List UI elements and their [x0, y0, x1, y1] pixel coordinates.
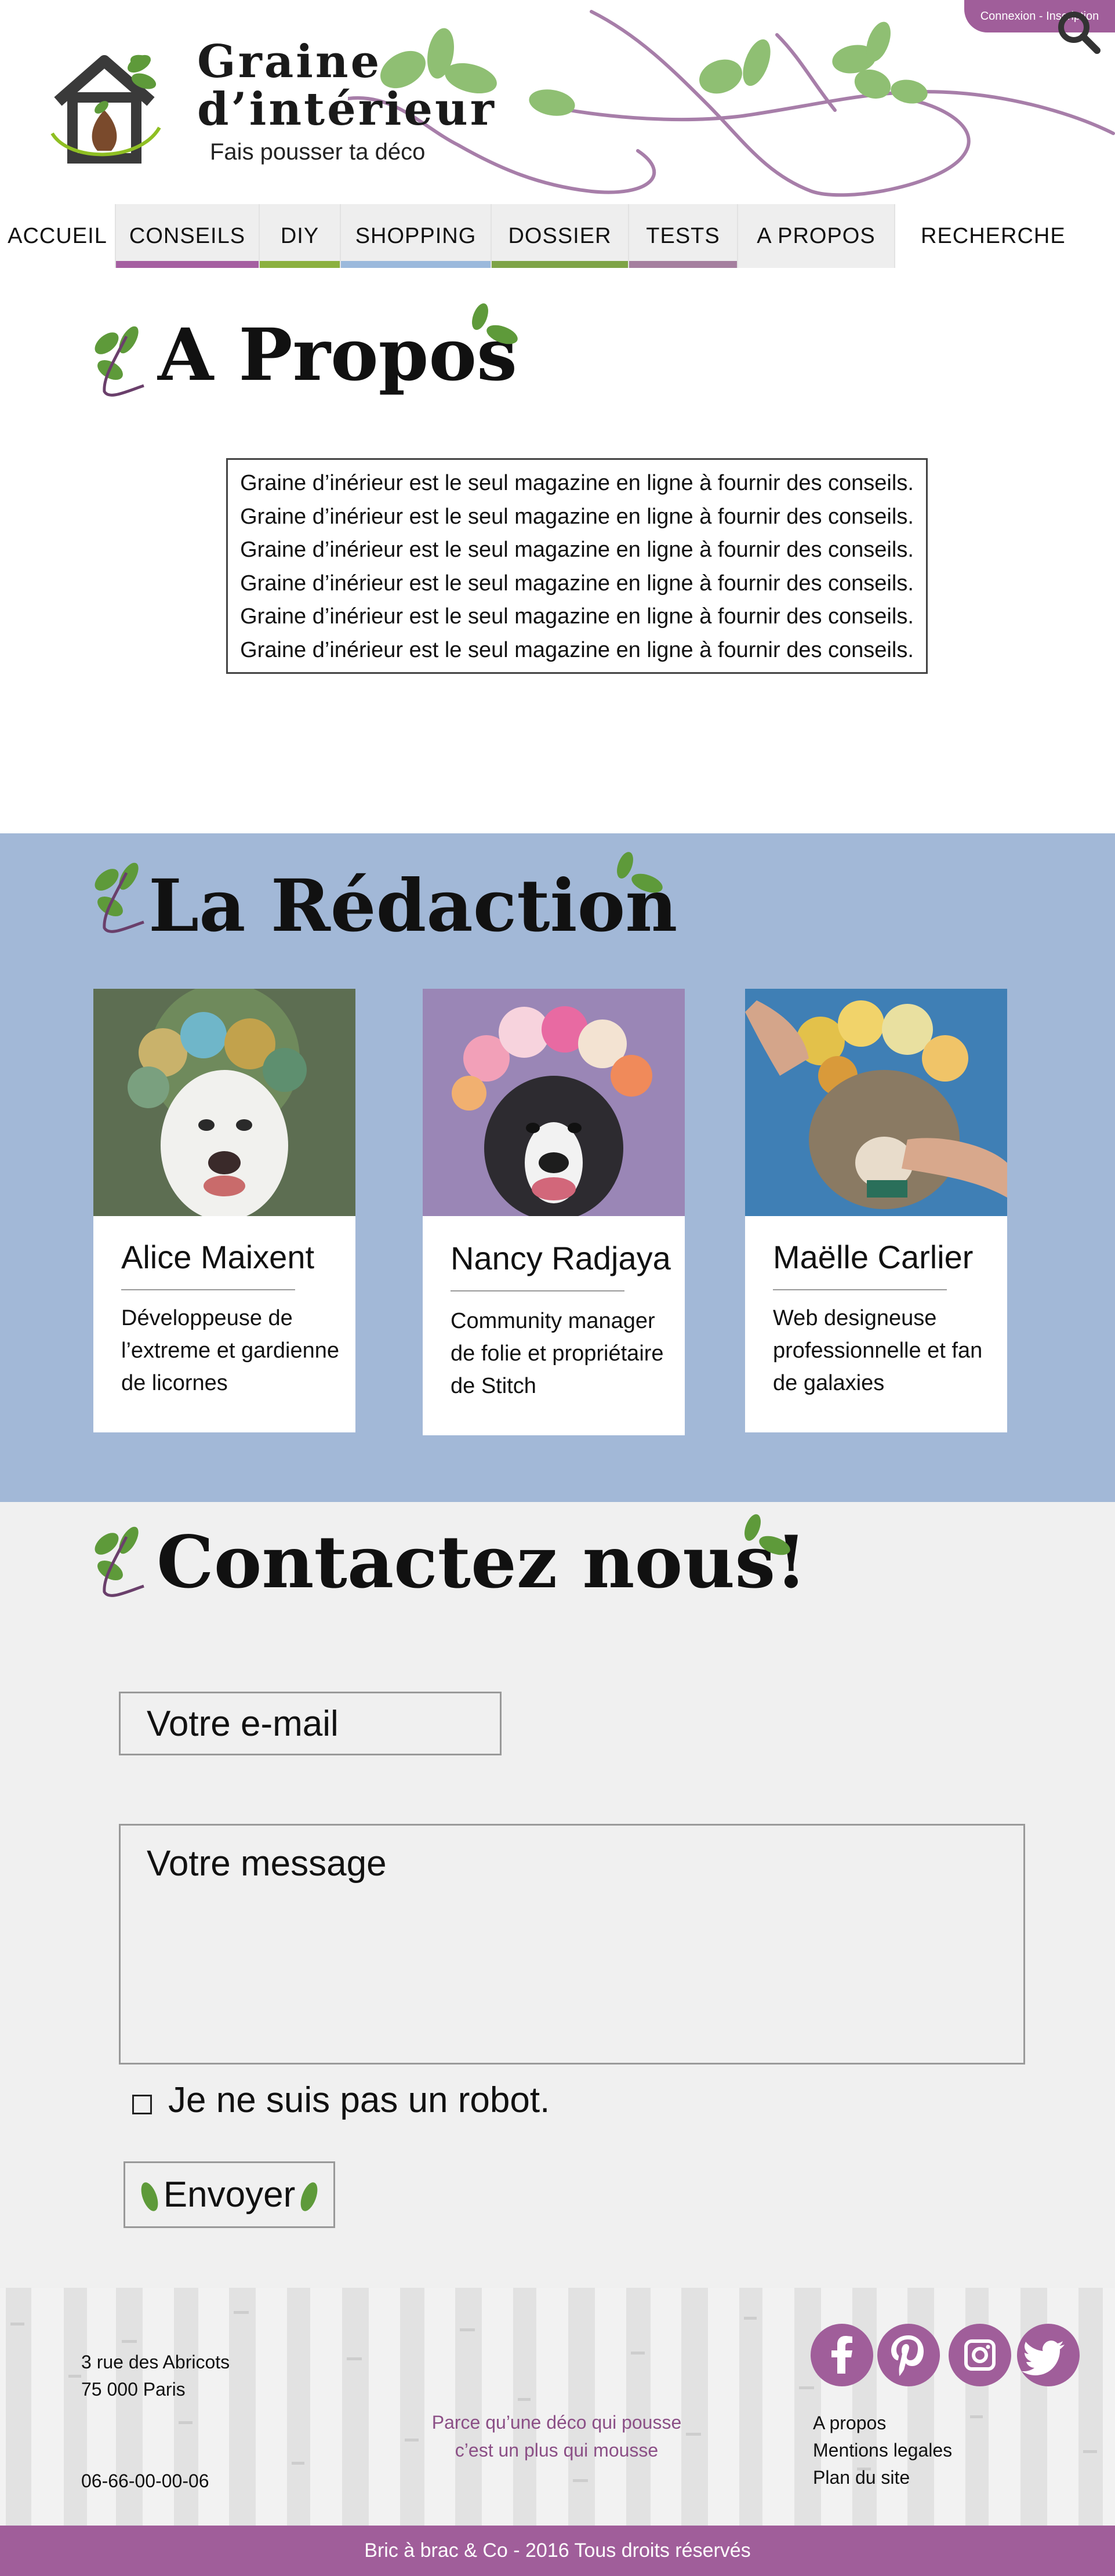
- nav-underline: [116, 261, 259, 268]
- team-member-desc: Community manager de folie et propriétai…: [451, 1309, 664, 1398]
- twitter-glyph: [1022, 2341, 1065, 2375]
- about-title: A Propos: [158, 313, 517, 397]
- card-divider: [773, 1289, 947, 1290]
- team-photo: [93, 989, 355, 1216]
- email-placeholder: Votre e-mail: [147, 1703, 339, 1744]
- copyright-text: Bric à brac & Co - 2016 Tous droits rése…: [364, 2539, 751, 2562]
- nav-item-diy[interactable]: DIY: [260, 204, 341, 268]
- leaf-pair-icon: [472, 303, 518, 344]
- nav-item-tests[interactable]: TESTS: [629, 204, 738, 268]
- about-line: Graine d’inérieur est le seul magazine e…: [240, 471, 914, 495]
- about-text-box: Graine d’inérieur est le seul magazine e…: [226, 458, 928, 674]
- nav-underline: [260, 261, 340, 268]
- nav-search[interactable]: RECHERCHE: [895, 204, 1115, 268]
- nav-label: SHOPPING: [355, 223, 477, 248]
- facebook-icon[interactable]: [811, 2324, 873, 2386]
- about-line: Graine d’inérieur est le seul magazine e…: [240, 604, 914, 629]
- twitter-icon[interactable]: [1017, 2324, 1080, 2386]
- sprout-icon: [95, 862, 144, 933]
- site-tagline: Fais pousser ta déco: [210, 139, 426, 165]
- leaf-icon: [141, 2182, 158, 2211]
- nav-underline: [629, 261, 737, 268]
- team-member-name: Maëlle Carlier: [773, 1239, 974, 1275]
- contact-title: Contactez nous!: [157, 1521, 807, 1605]
- footer-address-line2: 75 000 Paris: [81, 2379, 186, 2400]
- nav-label: DOSSIER: [508, 223, 612, 248]
- team-member-desc: Développeuse de l’extreme et gardienne d…: [121, 1306, 339, 1395]
- about-line: Graine d’inérieur est le seul magazine e…: [240, 504, 914, 529]
- search-icon[interactable]: [1055, 9, 1102, 55]
- main-nav: ACCUEIL CONSEILS DIY SHOPPING DOSSIER TE…: [0, 204, 1115, 268]
- card-divider: [451, 1290, 624, 1291]
- sprout-icon: [95, 1526, 144, 1597]
- team-card: Nancy Radjaya Community manager de folie…: [423, 989, 685, 1435]
- send-button[interactable]: Envoyer: [124, 2161, 335, 2228]
- team-card: Alice Maixent Développeuse de l’extreme …: [93, 989, 355, 1432]
- footer-link-plan-du-site[interactable]: Plan du site: [813, 2464, 910, 2491]
- leaf-pair-icon: [744, 1514, 790, 1555]
- nav-label: A PROPOS: [757, 223, 876, 248]
- footer-slogan: Parce qu’une déco qui pousse c’est un pl…: [406, 2408, 707, 2464]
- footer-address-line1: 3 rue des Abricots: [81, 2352, 230, 2372]
- redaction-title: La Rédaction: [148, 864, 678, 948]
- nav-underline: [341, 261, 491, 268]
- search-label[interactable]: RECHERCHE: [921, 204, 1066, 268]
- team-member-name: Nancy Radjaya: [451, 1240, 671, 1276]
- about-line: Graine d’inérieur est le seul magazine e…: [240, 538, 914, 562]
- nav-label: TESTS: [646, 223, 720, 248]
- site-header: Connexion - Inscription Graine d’intérie…: [0, 0, 1115, 203]
- instagram-icon[interactable]: [949, 2324, 1011, 2386]
- nav-item-dossier[interactable]: DOSSIER: [492, 204, 629, 268]
- pinterest-icon[interactable]: [877, 2324, 940, 2386]
- facebook-glyph: [831, 2336, 852, 2374]
- leaf-pair-icon: [617, 852, 663, 893]
- house-plant-logo-icon[interactable]: [46, 46, 162, 168]
- footer-phone[interactable]: 06-66-00-00-06: [81, 2468, 209, 2495]
- card-divider: [121, 1289, 295, 1290]
- nav-label: CONSEILS: [129, 223, 246, 248]
- pinterest-glyph: [891, 2335, 924, 2376]
- team-photo: [423, 989, 685, 1216]
- message-field[interactable]: Votre message: [119, 1824, 1025, 2065]
- footer-link-a-propos[interactable]: A propos: [813, 2410, 886, 2437]
- slogan-line: Parce qu’une déco qui pousse: [431, 2412, 682, 2433]
- site-title[interactable]: Graine d’intérieur: [197, 38, 496, 133]
- team-member-name: Alice Maixent: [121, 1239, 315, 1275]
- copyright-bar: Bric à brac & Co - 2016 Tous droits rése…: [0, 2526, 1115, 2576]
- nav-item-a-propos[interactable]: A PROPOS: [738, 204, 895, 268]
- leaf-icon: [300, 2182, 318, 2211]
- team-member-desc: Web designeuse professionnelle et fan de…: [773, 1306, 983, 1395]
- team-photo: [745, 989, 1007, 1216]
- robot-checkbox[interactable]: [132, 2095, 152, 2114]
- robot-checkbox-label[interactable]: Je ne suis pas un robot.: [168, 2080, 550, 2121]
- nav-label: DIY: [280, 223, 319, 248]
- nav-label: ACCUEIL: [8, 223, 107, 248]
- sprout-icon: [95, 326, 144, 397]
- nav-underline: [492, 261, 628, 268]
- about-line: Graine d’inérieur est le seul magazine e…: [240, 571, 914, 596]
- footer-link-mentions-legales[interactable]: Mentions legales: [813, 2437, 952, 2464]
- slogan-line: c’est un plus qui mousse: [455, 2440, 659, 2461]
- nav-item-accueil[interactable]: ACCUEIL: [0, 204, 116, 268]
- team-card: Maëlle Carlier Web designeuse profession…: [745, 989, 1007, 1432]
- instagram-glyph: [964, 2339, 996, 2371]
- message-placeholder: Votre message: [147, 1844, 387, 1884]
- email-field[interactable]: Votre e-mail: [119, 1692, 502, 1755]
- about-line: Graine d’inérieur est le seul magazine e…: [240, 637, 914, 662]
- send-button-label: Envoyer: [163, 2175, 296, 2215]
- nav-item-conseils[interactable]: CONSEILS: [116, 204, 260, 268]
- nav-item-shopping[interactable]: SHOPPING: [341, 204, 492, 268]
